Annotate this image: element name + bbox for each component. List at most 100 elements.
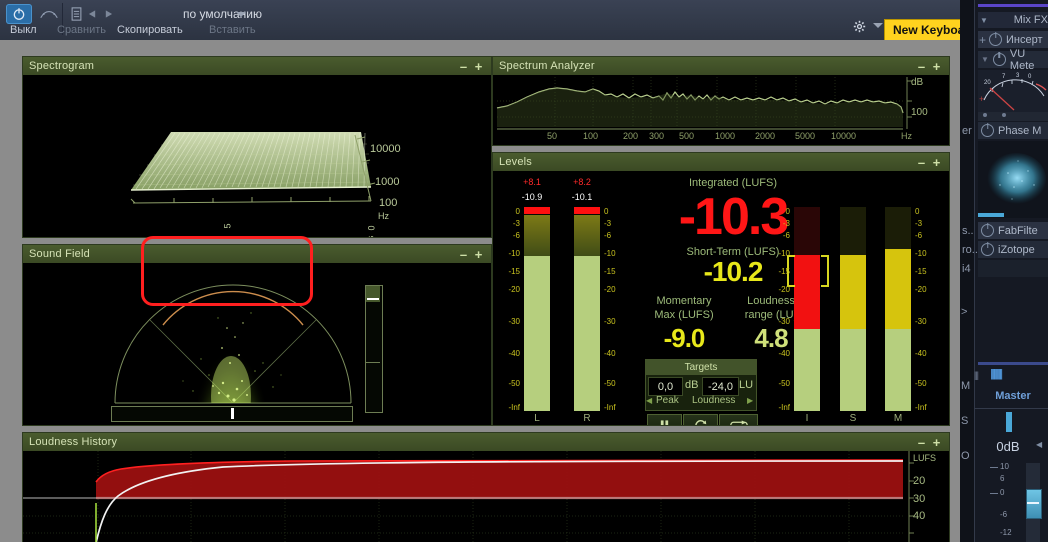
preset-selector[interactable]: по умолчанию	[120, 4, 325, 24]
history-y-tick-1: 30	[913, 493, 926, 505]
daw-row-insert[interactable]: + Инсерт	[978, 31, 1048, 48]
sound-field-minimize-button[interactable]: –	[457, 248, 470, 261]
spectrum-analyzer-panel: Spectrum Analyzer – + dB 100 50 100 200 …	[492, 56, 950, 146]
lr-scale-right-5: -20	[604, 285, 616, 294]
chevron-down-icon[interactable]	[236, 12, 246, 17]
curve-icon	[40, 10, 58, 19]
spectrogram-freq-label-2: 100	[379, 197, 398, 209]
spectrogram-minimize-button[interactable]: –	[457, 60, 470, 73]
settings-button[interactable]	[850, 18, 868, 34]
spectrum-minimize-button[interactable]: –	[915, 60, 928, 73]
correlation-slider-thumb[interactable]	[231, 408, 234, 419]
spectrogram-plot[interactable]: 10000 1000 100 Hz 5 0 s	[23, 75, 491, 237]
peak-target-label[interactable]: Peak	[656, 395, 679, 406]
targets-prev-arrow-icon[interactable]: ◀	[646, 396, 652, 405]
paste-label[interactable]: Вставить	[209, 24, 256, 36]
spectrum-analyzer-plot[interactable]: dB 100 50 100 200 300 500 1000 2000 5000…	[493, 75, 949, 145]
lr-scale-right-0: 0	[604, 207, 609, 216]
loudness-target-label[interactable]: Loudness	[692, 395, 735, 406]
prev-preset-button[interactable]	[84, 4, 100, 24]
spectrum-x-tick-2: 200	[623, 131, 639, 141]
meter-m-hot	[885, 249, 911, 329]
ism-scale-right-2: -6	[915, 231, 923, 240]
ism-scale-right-0: 0	[915, 207, 920, 216]
daw-row-izotope[interactable]: ro.. iZotope	[962, 241, 1048, 258]
lr-scale-left-9: -Inf	[508, 403, 520, 412]
spectrogram-maximize-button[interactable]: +	[472, 60, 485, 73]
loop-button[interactable]	[719, 414, 758, 425]
levels-maximize-button[interactable]: +	[930, 156, 943, 169]
lr-scale-right-4: -15	[604, 267, 616, 276]
master-fader-handle[interactable]	[1026, 489, 1042, 519]
side-label-S: S	[961, 415, 969, 427]
vu-chevron-down-icon[interactable]: ▼	[981, 55, 989, 64]
sound-field-width-meter[interactable]	[365, 285, 383, 413]
width-meter-marker	[367, 298, 379, 300]
momentary-max-value: -9.0	[663, 323, 706, 353]
daw-row-blank[interactable]: i4	[962, 260, 1048, 277]
reset-button[interactable]	[683, 414, 718, 425]
svg-text:0: 0	[1028, 74, 1032, 80]
compare-label[interactable]: Сравнить	[57, 24, 106, 36]
ism-scale-left-4: -15	[778, 267, 790, 276]
pause-button[interactable]	[647, 414, 682, 425]
vu-footer-dots[interactable]	[978, 112, 1048, 121]
sound-field-maximize-button[interactable]: +	[472, 248, 485, 261]
next-preset-button[interactable]	[100, 4, 116, 24]
history-maximize-button[interactable]: +	[930, 436, 943, 449]
sound-field-titlebar: Sound Field – +	[23, 245, 491, 264]
vu-meter-display[interactable]: 20 7 3 0 +	[978, 70, 1048, 112]
daw-row-fabfilter[interactable]: s.. FabFilte	[962, 222, 1048, 239]
daw-row-phase-meter[interactable]: er Phase M	[962, 122, 1048, 139]
master-gain-value[interactable]: 0dB	[986, 437, 1030, 455]
master-track-name[interactable]: Master	[978, 388, 1048, 404]
phase-power-icon[interactable]	[981, 124, 994, 137]
settings-chevron-down-icon[interactable]	[873, 23, 883, 28]
loudness-history-plot[interactable]: LUFS 20 30 40	[23, 451, 949, 542]
curve-button[interactable]	[36, 4, 62, 24]
add-insert-plus-icon[interactable]: +	[979, 33, 986, 47]
side-label-ro: ro..	[962, 243, 978, 256]
spectrum-maximize-button[interactable]: +	[930, 60, 943, 73]
history-minimize-button[interactable]: –	[915, 436, 928, 449]
history-y-tick-2: 40	[913, 510, 926, 522]
daw-mixer-strip: ▼ Mix FX + Инсерт ▼ VU Mete 20 7 3 0 + e…	[960, 0, 1048, 542]
master-fader-track[interactable]	[1026, 463, 1042, 542]
targets-next-arrow-icon[interactable]: ▶	[747, 396, 753, 405]
lr-scale-left-5: -20	[508, 285, 520, 294]
meter-right-clip	[574, 207, 600, 214]
master-pan-indicator[interactable]	[1006, 412, 1012, 432]
izotope-power-icon[interactable]	[981, 243, 994, 256]
insert-power-icon[interactable]	[989, 33, 1003, 46]
levels-minimize-button[interactable]: –	[915, 156, 928, 169]
daw-row-vu-meter[interactable]: ▼ VU Mete	[978, 48, 1048, 72]
loudness-target-field[interactable]: -24,0	[702, 377, 739, 396]
mix-fx-header[interactable]: ▼ Mix FX	[978, 12, 1048, 28]
meter-s-fill	[840, 329, 866, 411]
lr-scale-left-4: -15	[508, 267, 520, 276]
side-label-s: s..	[962, 224, 974, 237]
preset-menu-button[interactable]	[68, 4, 84, 24]
peak-target-field[interactable]: 0,0	[648, 377, 683, 396]
ism-scale-right-6: -30	[915, 317, 927, 326]
meter-left	[524, 207, 550, 411]
sound-field-correlation-slider[interactable]	[111, 406, 353, 422]
spectrogram-time-unit: s	[365, 236, 375, 237]
power-button[interactable]	[6, 4, 32, 24]
levels-panel: Levels – + +8.1 +8.2 -10.9 -10.1 0 -3 -6…	[492, 152, 950, 426]
spectrum-x-tick-7: 5000	[795, 131, 816, 141]
vu-dot-1-icon[interactable]	[983, 113, 987, 117]
phase-scope-display[interactable]	[978, 141, 1048, 218]
fader-tick-0: 10	[1000, 462, 1009, 471]
gain-prev-arrow-icon[interactable]: ◀	[1036, 440, 1042, 449]
vu-power-icon[interactable]	[992, 53, 1006, 66]
loudness-history-titlebar: Loudness History – +	[23, 433, 949, 452]
fabfilter-power-icon[interactable]	[981, 224, 994, 237]
mix-fx-chevron-down-icon[interactable]: ▼	[980, 16, 988, 25]
sound-field-plot[interactable]	[23, 263, 491, 425]
plugin-canvas: Spectrogram – + 10000 1000 100 Hz 5 0 So…	[0, 40, 960, 542]
meter-s-ghost	[840, 207, 866, 255]
vu-dot-2-icon[interactable]	[1002, 113, 1006, 117]
loudness-history-graph	[23, 451, 914, 542]
copy-label[interactable]: Скопировать	[117, 24, 183, 36]
